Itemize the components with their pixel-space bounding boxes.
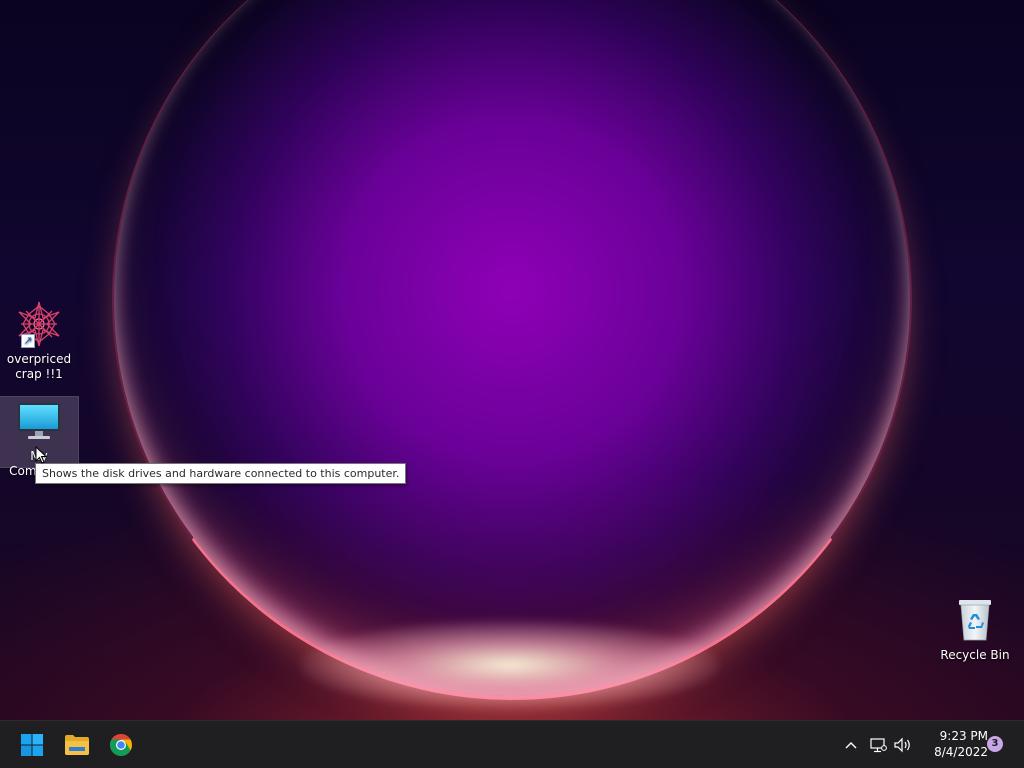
wallpaper-bubble [112, 0, 912, 700]
desktop-icon-label: overpriced crap !!1 [6, 352, 72, 381]
shortcut-arrow-icon: ↗ [21, 334, 35, 348]
file-explorer-button[interactable] [59, 727, 95, 763]
notification-badge[interactable]: 3 [987, 736, 1003, 752]
wallpaper-glow [300, 620, 720, 710]
clock-date: 8/4/2022 [934, 745, 988, 759]
start-button[interactable] [14, 727, 50, 763]
network-icon[interactable] [867, 734, 889, 756]
chrome-button[interactable] [103, 727, 139, 763]
recycle-bin-icon [951, 596, 999, 644]
volume-icon[interactable] [892, 734, 914, 756]
mouse-cursor-icon [35, 445, 48, 464]
windows-logo-icon [21, 734, 43, 756]
chevron-up-icon[interactable] [840, 734, 862, 756]
tooltip-my-computer: Shows the disk drives and hardware conne… [35, 463, 407, 484]
chrome-icon [110, 734, 132, 756]
desktop-icon-overpriced-crap[interactable]: ↗ overpriced crap !!1 [0, 300, 78, 382]
desktop-icon-label: Recycle Bin [940, 648, 1010, 662]
clock-time: 9:23 PM [939, 729, 988, 743]
monitor-icon [15, 397, 63, 445]
desktop-icon-recycle-bin[interactable]: Recycle Bin [936, 596, 1014, 663]
desktop-background[interactable]: ↗ overpriced crap !!1 My Computer [0, 0, 1024, 720]
folder-icon [65, 735, 89, 755]
starburst-icon: ↗ [15, 300, 63, 348]
taskbar: 9:23 PM 8/4/2022 3 [0, 720, 1024, 768]
taskbar-clock[interactable]: 9:23 PM 8/4/2022 [916, 728, 988, 760]
